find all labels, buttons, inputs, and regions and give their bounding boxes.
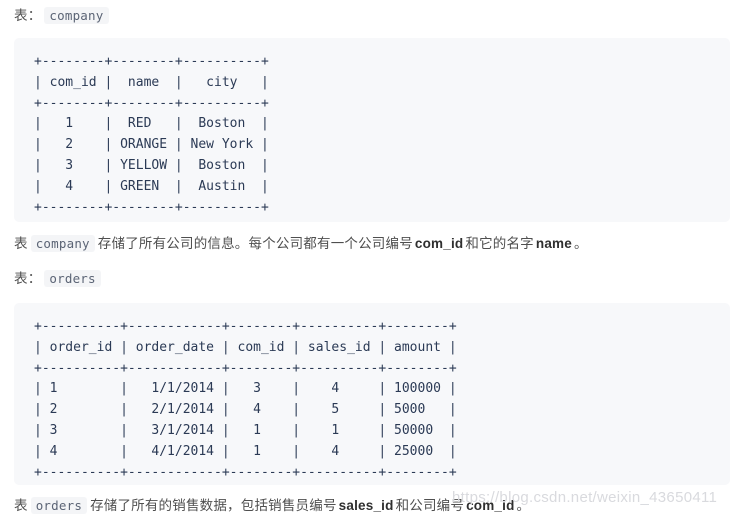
company-desc-bold-com-id: com_id — [414, 236, 464, 251]
orders-table-name: orders — [44, 270, 101, 287]
company-table-label: 表： company — [14, 6, 112, 26]
orders-desc-part4: 。 — [516, 498, 531, 514]
company-ascii-table: +--------+--------+----------+ | com_id … — [34, 54, 269, 215]
company-code-block: +--------+--------+----------+ | com_id … — [14, 38, 730, 222]
company-desc-code: company — [30, 235, 95, 252]
orders-desc-part2: 存储了所有的销售数据，包括销售员编号 — [90, 498, 337, 514]
orders-ascii-table: +----------+------------+--------+------… — [34, 319, 457, 480]
orders-desc-part1: 表 — [14, 498, 28, 514]
company-desc-part1: 表 — [14, 236, 28, 252]
orders-code-block: +----------+------------+--------+------… — [14, 303, 730, 485]
company-desc-part2: 存储了所有公司的信息。每个公司都有一个公司编号 — [97, 236, 413, 252]
orders-description: 表 orders 存储了所有的销售数据，包括销售员编号 sales_id 和公司编号 co… — [14, 496, 530, 516]
orders-desc-bold-com-id: com_id — [466, 498, 515, 513]
company-desc-part3: 和它的名字 — [465, 236, 534, 252]
orders-desc-part3: 和公司编号 — [395, 498, 465, 514]
document-page: 表： company +--------+--------+----------+… — [0, 0, 738, 522]
company-desc-bold-name: name — [535, 236, 572, 251]
company-description: 表 company 存储了所有公司的信息。每个公司都有一个公司编号 com_id 和它的… — [14, 234, 588, 254]
orders-desc-code: orders — [30, 497, 88, 514]
company-desc-part4: 。 — [573, 236, 588, 252]
company-table-name: company — [44, 7, 109, 24]
orders-label-prefix: 表： — [14, 271, 42, 287]
company-label-prefix: 表： — [14, 8, 42, 24]
orders-table-label: 表： orders — [14, 269, 104, 289]
orders-desc-bold-sales-id: sales_id — [338, 498, 394, 513]
